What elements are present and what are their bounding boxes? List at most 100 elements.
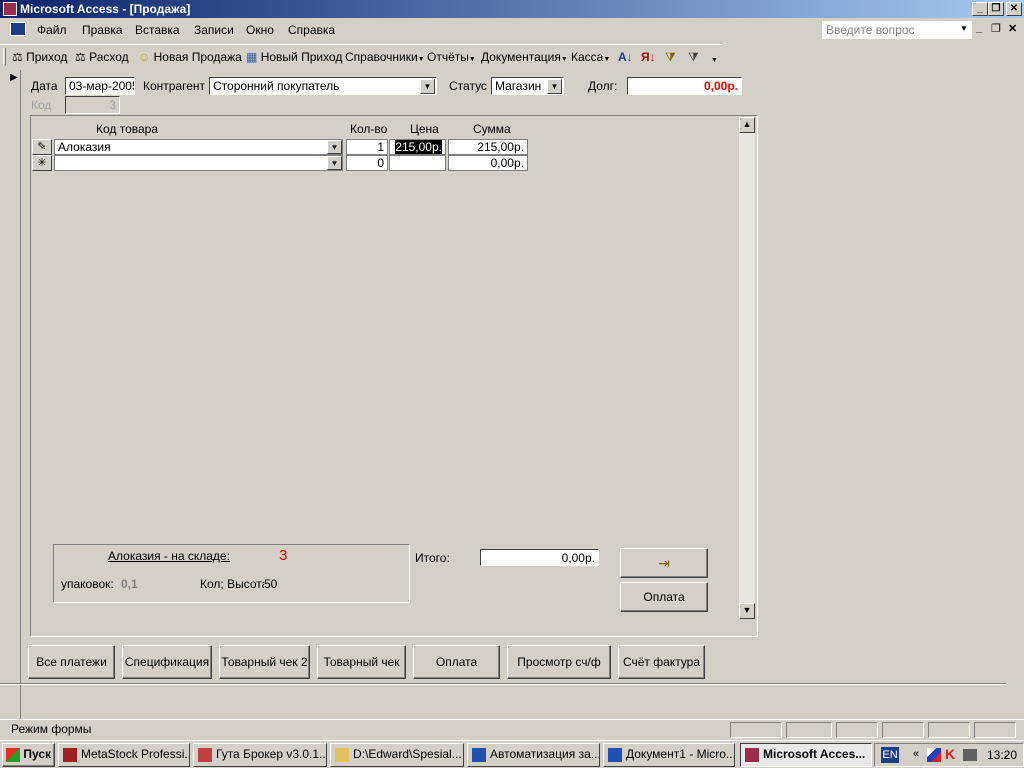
help-question-input[interactable]: Введите вопрос: [822, 21, 972, 39]
otchety-label: Отчёты: [427, 50, 469, 64]
close-button[interactable]: ✕: [1006, 2, 1022, 16]
table-row-qty[interactable]: 1: [346, 139, 388, 155]
date-field[interactable]: 03-мар-2005: [65, 77, 135, 95]
record-selector-bar[interactable]: ▶: [5, 70, 21, 720]
task-label: Microsoft Acces...: [763, 747, 866, 761]
check-button[interactable]: Товарный чек: [317, 645, 406, 679]
price-selected-text: 215,00р.: [395, 140, 442, 154]
guta-icon: [198, 748, 212, 762]
access-app-icon[interactable]: [3, 2, 17, 16]
total-field[interactable]: 0,00р.: [480, 549, 599, 566]
code-dropdown-icon[interactable]: ▼: [327, 140, 342, 154]
table-row-qty[interactable]: 0: [346, 155, 388, 171]
oplata-button[interactable]: Оплата: [413, 645, 500, 679]
form-window-icon[interactable]: [10, 22, 26, 36]
scroll-down-icon[interactable]: ▼: [739, 603, 755, 619]
status-panel: [730, 722, 782, 738]
code-dropdown-icon[interactable]: ▼: [327, 156, 342, 170]
metastock-icon: [63, 748, 77, 762]
dokumentaciya-menu[interactable]: Документация▼: [481, 50, 568, 64]
toolbar-grip[interactable]: [3, 48, 6, 66]
rashod-button[interactable]: ⚖ Расход: [75, 50, 129, 64]
subform-scrollbar[interactable]: ▲ ▼: [739, 117, 755, 619]
menu-insert[interactable]: Вставка: [135, 23, 180, 37]
minimize-button[interactable]: _: [972, 2, 988, 16]
restore-button[interactable]: ❐: [988, 2, 1004, 16]
pack-value: 0,1: [121, 577, 138, 591]
task-explorer[interactable]: D:\Edward\Spesial...: [330, 743, 464, 767]
menu-bar: Файл Правка Вставка Записи Окно Справка …: [0, 18, 1024, 42]
height-value: 50: [264, 577, 278, 591]
spravochniki-menu[interactable]: Справочники▼: [345, 50, 425, 64]
start-button[interactable]: Пуск: [2, 743, 55, 767]
new-prihod-button[interactable]: ▦ Новый Приход: [246, 50, 342, 64]
kontragent-label: Контрагент: [143, 79, 206, 93]
start-label: Пуск: [23, 747, 51, 761]
system-tray: EN « K 13:20: [874, 743, 1024, 767]
check2-button[interactable]: Товарный чек 2: [219, 645, 310, 679]
sort-ascending-icon[interactable]: A↓: [618, 50, 633, 64]
new-sale-label: Новая Продажа: [153, 50, 242, 64]
row-edit-selector[interactable]: ✎: [32, 139, 52, 155]
table-row-price[interactable]: 215,00р.: [389, 139, 446, 155]
doc-minimize-icon[interactable]: _: [976, 22, 982, 34]
task-word-document[interactable]: Документ1 - Micro...: [603, 743, 735, 767]
prihod-button[interactable]: ⚖ Приход: [12, 50, 67, 64]
pack-label: упаковок:: [61, 577, 114, 591]
stock-count: 3: [279, 547, 288, 564]
menu-edit[interactable]: Правка: [82, 23, 123, 37]
task-word-automation[interactable]: Автоматизация за...: [467, 743, 600, 767]
task-label: Гута Брокер v3.0.1...: [216, 747, 327, 761]
table-row-sum[interactable]: 215,00р.: [448, 139, 528, 155]
dolg-field[interactable]: 0,00р.: [627, 77, 742, 95]
view-invoice-button[interactable]: Просмотр сч/ф: [507, 645, 611, 679]
status-value: Магазин: [495, 79, 542, 93]
window-title: Microsoft Access - [Продажа]: [20, 2, 191, 16]
language-indicator[interactable]: EN: [881, 747, 899, 763]
table-row-sum[interactable]: 0,00р.: [448, 155, 528, 171]
status-mode-text: Режим формы: [11, 722, 92, 736]
kontragent-combo[interactable]: Сторонний покупатель: [209, 77, 437, 95]
menu-window[interactable]: Окно: [246, 23, 274, 37]
dropdown-arrow-icon: ▼: [560, 56, 568, 63]
tray-expand-icon[interactable]: «: [913, 748, 919, 760]
kassa-menu[interactable]: Касса▼: [571, 50, 610, 64]
specification-button[interactable]: Спецификация: [122, 645, 212, 679]
new-sale-button[interactable]: ☺ Новая Продажа: [138, 50, 242, 64]
kontragent-dropdown-icon[interactable]: ▼: [420, 79, 435, 94]
menu-help[interactable]: Справка: [288, 23, 335, 37]
table-row-price[interactable]: [389, 155, 446, 171]
clock: 13:20: [987, 748, 1018, 762]
task-access[interactable]: Microsoft Acces...: [740, 743, 872, 767]
task-metastock[interactable]: MetaStock Professi...: [58, 743, 190, 767]
doc-restore-icon[interactable]: ❐: [991, 22, 1001, 35]
balance-icon: ⚖: [75, 50, 86, 64]
table-row-code[interactable]: Алоказия: [54, 139, 343, 155]
filter-by-selection-icon[interactable]: ⧩: [665, 50, 676, 65]
doc-close-icon[interactable]: ✕: [1008, 22, 1017, 35]
filter-icon[interactable]: ⧩: [688, 50, 699, 65]
kassa-label: Касса: [571, 50, 604, 64]
status-bar: Режим формы: [0, 719, 1024, 739]
toolbar-options-icon[interactable]: ▼: [709, 49, 720, 67]
table-row-code[interactable]: [54, 155, 343, 171]
oplata-inner-button[interactable]: Оплата: [620, 582, 708, 612]
exit-button[interactable]: ⇥: [620, 548, 708, 578]
menu-file[interactable]: Файл: [37, 23, 67, 37]
task-guta-broker[interactable]: Гута Брокер v3.0.1...: [193, 743, 327, 767]
new-row-selector[interactable]: ✳: [32, 155, 52, 171]
menu-records[interactable]: Записи: [194, 23, 234, 37]
network-icon[interactable]: [963, 749, 977, 761]
scroll-up-icon[interactable]: ▲: [739, 117, 755, 133]
col-header-price: Цена: [410, 122, 439, 136]
antivirus-icon[interactable]: K: [945, 746, 955, 762]
flag-icon[interactable]: [927, 748, 941, 762]
all-payments-button[interactable]: Все платежи: [28, 645, 115, 679]
stock-title: Алоказия - на складе:: [108, 549, 230, 563]
invoice-button[interactable]: Счёт фактура: [618, 645, 705, 679]
otchety-menu[interactable]: Отчёты▼: [427, 50, 476, 64]
status-dropdown-icon[interactable]: ▼: [547, 79, 562, 94]
date-label: Дата: [31, 79, 58, 93]
sort-descending-icon[interactable]: Я↓: [641, 50, 656, 64]
help-dropdown-icon[interactable]: ▼: [960, 24, 968, 33]
